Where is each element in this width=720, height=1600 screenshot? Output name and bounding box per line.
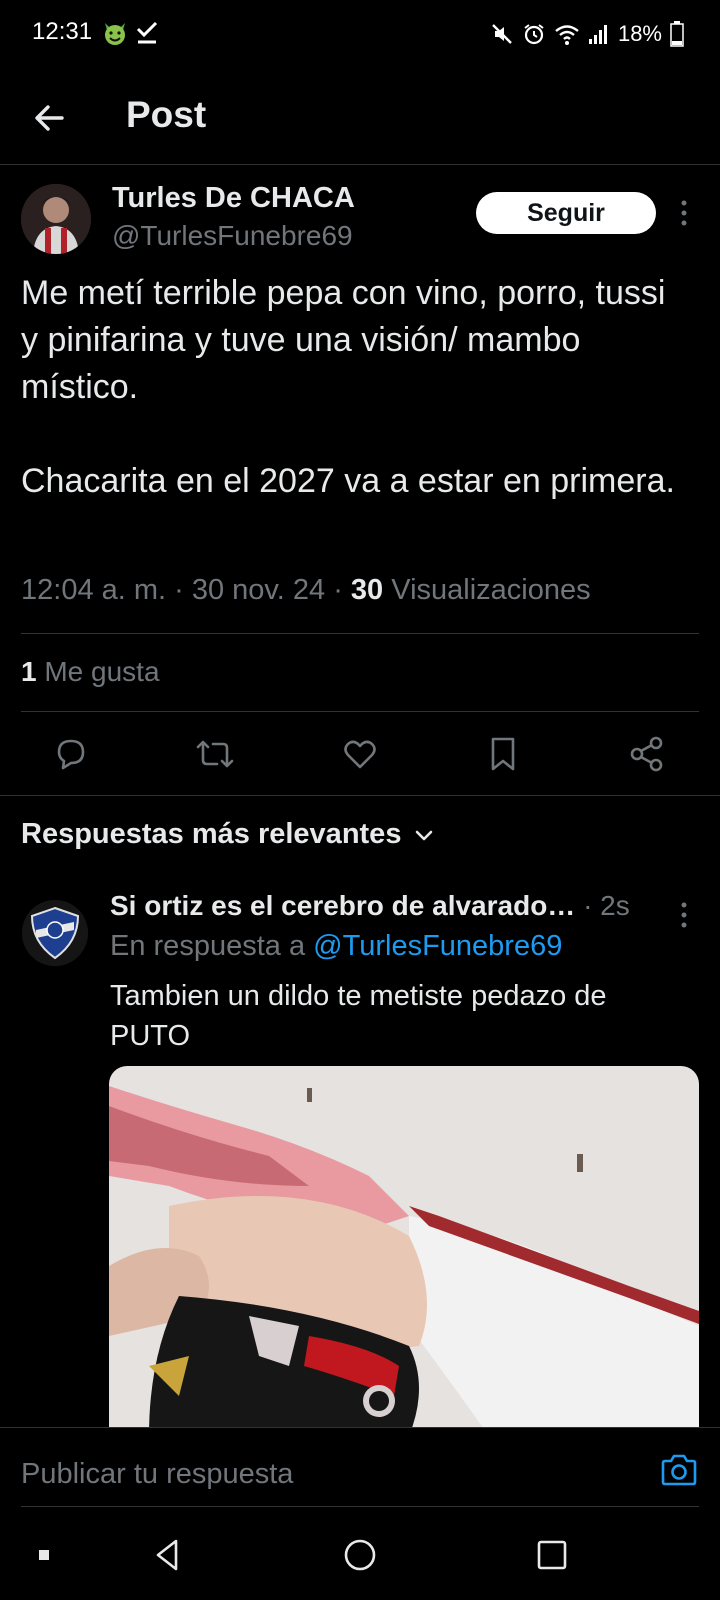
page-title: Post [126, 94, 207, 135]
reply-input[interactable]: Publicar tu respuesta [21, 1458, 293, 1491]
reply-mention-link[interactable]: @TurlesFunebre69 [313, 930, 562, 962]
reply-more-options-icon[interactable] [672, 900, 696, 930]
reply-header[interactable]: Si ortiz es el cerebro de alvarado… · 2s [110, 890, 670, 922]
replies-sort-dropdown[interactable]: Respuestas más relevantes [21, 818, 435, 851]
system-navigation-bar [0, 1507, 720, 1600]
replies-sort-label: Respuestas más relevantes [21, 818, 402, 850]
battery-icon [670, 21, 684, 47]
mute-icon [490, 22, 514, 46]
reply-body: Tambien un dildo te metiste pedazo de PU… [110, 980, 607, 1052]
download-done-icon [136, 20, 158, 46]
divider [21, 633, 699, 634]
reply-compose-bar: Publicar tu respuesta [0, 1427, 720, 1508]
nav-home-icon[interactable] [336, 1531, 384, 1579]
share-icon[interactable] [625, 732, 669, 776]
nav-back-icon[interactable] [144, 1531, 192, 1579]
post-timestamp: 12:04 a. m. · 30 nov. 24 · [21, 574, 351, 606]
signal-icon [588, 23, 610, 45]
like-heart-icon[interactable] [338, 732, 382, 776]
chevron-down-icon [413, 824, 435, 846]
divider [21, 711, 699, 712]
post-metadata: 12:04 a. m. · 30 nov. 24 · 30 Visualizac… [21, 574, 591, 607]
post-paragraph: Chacarita en el 2027 va a estar en prime… [21, 462, 675, 500]
repost-icon[interactable] [193, 732, 237, 776]
author-avatar[interactable] [21, 184, 91, 254]
follow-button[interactable]: Seguir [476, 192, 656, 234]
nav-recents-icon[interactable] [528, 1531, 576, 1579]
more-options-icon[interactable] [672, 198, 696, 228]
status-bar: 12:31 18% [0, 0, 720, 68]
views-count: 30 [350, 574, 384, 606]
battery-percentage: 18% [617, 21, 662, 46]
likes-summary[interactable]: 1 Me gusta [21, 656, 160, 688]
reply-context: En respuesta a @TurlesFunebre69 [110, 930, 562, 963]
bookmark-icon[interactable] [481, 732, 525, 776]
wifi-icon [554, 22, 580, 46]
reply-context-prefix: En respuesta a [110, 930, 314, 962]
views-label: Visualizaciones [383, 574, 591, 606]
reply-media-image[interactable] [109, 1066, 699, 1436]
author-handle[interactable]: @TurlesFunebre69 [112, 220, 353, 252]
camera-icon[interactable] [660, 1452, 698, 1488]
status-icons: 18% [490, 18, 684, 50]
post-body: Me metí terrible pepa con vino, porro, t… [21, 270, 681, 505]
devil-emoji-notification-icon [101, 19, 129, 47]
likes-label: Me gusta [36, 656, 160, 687]
reply-icon[interactable] [49, 732, 93, 776]
back-arrow-icon[interactable] [28, 96, 72, 140]
post-paragraph: Me metí terrible pepa con vino, porro, t… [21, 274, 666, 406]
author-name[interactable]: Turles De CHACA [112, 182, 355, 215]
reply-time: · 2s [575, 890, 630, 921]
top-bar: Post [0, 70, 720, 165]
reply-author-name[interactable]: Si ortiz es el cerebro de alvarado… [110, 890, 575, 921]
likes-count: 1 [21, 656, 37, 687]
nav-dot-icon [20, 1531, 68, 1579]
reply-author-avatar[interactable] [22, 900, 88, 966]
divider [0, 795, 720, 796]
status-time: 12:31 [32, 18, 93, 45]
alarm-icon [522, 22, 546, 46]
